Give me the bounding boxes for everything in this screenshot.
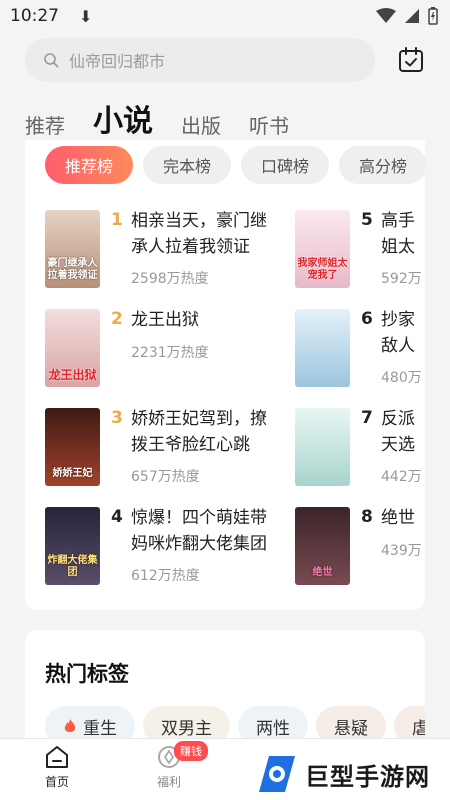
book-heat: 592万 <box>381 271 422 287</box>
book-cover: 龙王出狱 <box>45 309 100 387</box>
book-rank: 3 <box>111 408 123 428</box>
book-heat: 2231万热度 <box>131 345 209 361</box>
calendar-checkin-button[interactable] <box>397 46 425 74</box>
book-heat: 439万 <box>381 543 422 559</box>
battery-icon <box>428 7 438 25</box>
book-item-1[interactable]: 豪门继承人拉着我领证 1 相亲当天，豪门继承人拉着我领证 2598万热度 <box>45 210 305 290</box>
watermark-logo-icon <box>259 756 295 792</box>
search-row: 仙帝回归都市 <box>25 38 425 82</box>
wifi-icon <box>376 8 396 23</box>
calendar-check-icon <box>399 47 423 72</box>
watermark-logo: 巨型手游网 <box>255 748 450 800</box>
earn-badge: 赚钱 <box>174 741 208 761</box>
book-cover: 豪门继承人拉着我领证 <box>45 210 100 288</box>
chip-completed-rank[interactable]: 完本榜 <box>143 146 232 184</box>
download-icon: ⬇ <box>79 6 93 26</box>
watermark-text: 巨型手游网 <box>305 762 430 791</box>
ranking-card: 推荐榜 完本榜 口碑榜 高分榜 豪门继承人拉着我领证 1 相亲当天，豪门继承人拉… <box>25 140 425 610</box>
chip-high-score-rank[interactable]: 高分榜 <box>339 146 425 184</box>
book-rank: 2 <box>111 309 123 329</box>
book-item-4[interactable]: 炸翻大佬集团 4 惊爆！四个萌娃带妈咪炸翻大佬集团 612万热度 <box>45 507 305 587</box>
status-bar: 10:27 ⬇ <box>0 0 450 32</box>
tab-publish[interactable]: 出版 <box>181 112 221 140</box>
book-item-5[interactable]: 我家师姐太宠我了 5 高手 姐太 592万 <box>295 210 425 290</box>
chip-recommend-rank[interactable]: 推荐榜 <box>45 146 134 184</box>
search-placeholder: 仙帝回归都市 <box>69 52 166 71</box>
flame-icon <box>64 719 76 732</box>
book-title: 相亲当天，豪门继承人拉着我领证 <box>131 211 267 257</box>
status-icons <box>376 7 438 25</box>
book-heat: 480万 <box>381 370 422 386</box>
book-rank: 5 <box>361 210 373 230</box>
book-rank: 1 <box>111 210 123 230</box>
home-icon <box>46 746 68 768</box>
book-rank: 6 <box>361 309 373 329</box>
book-title: 绝世 <box>381 508 415 528</box>
search-input[interactable]: 仙帝回归都市 <box>25 38 375 82</box>
book-title: 娇娇王妃驾到，撩拨王爷脸红心跳 <box>131 409 267 455</box>
chip-reputation-rank[interactable]: 口碑榜 <box>241 146 330 184</box>
book-title: 惊爆！四个萌娃带妈咪炸翻大佬集团 <box>131 508 267 554</box>
book-heat: 442万 <box>381 469 422 485</box>
book-cover: 我家师姐太宠我了 <box>295 210 350 288</box>
book-cover <box>295 408 350 486</box>
book-cover: 娇娇王妃 <box>45 408 100 486</box>
book-heat: 2598万热度 <box>131 271 209 287</box>
book-title: 高手 姐太 <box>381 211 415 257</box>
search-icon <box>44 53 59 68</box>
hot-tags-title: 热门标签 <box>45 662 129 686</box>
book-item-6[interactable]: 6 抄家 敌人 480万 <box>295 309 425 389</box>
top-tabs: 推荐 小说 出版 听书 <box>25 96 289 140</box>
signal-icon <box>405 9 419 23</box>
book-heat: 612万热度 <box>131 568 200 584</box>
nav-home[interactable]: 首页 <box>27 745 87 790</box>
book-title: 龙王出狱 <box>131 310 199 330</box>
book-rank: 7 <box>361 408 373 428</box>
book-item-3[interactable]: 娇娇王妃 3 娇娇王妃驾到，撩拨王爷脸红心跳 657万热度 <box>45 408 305 488</box>
tab-novel[interactable]: 小说 <box>93 104 153 140</box>
ranking-chips: 推荐榜 完本榜 口碑榜 高分榜 <box>45 146 425 184</box>
nav-home-label: 首页 <box>44 775 69 789</box>
book-title: 反派 天选 <box>381 409 415 455</box>
status-time: 10:27 <box>10 6 59 26</box>
book-item-2[interactable]: 龙王出狱 2 龙王出狱 2231万热度 <box>45 309 305 389</box>
book-cover <box>295 309 350 387</box>
book-rank: 4 <box>111 507 123 527</box>
book-rank: 8 <box>361 507 373 527</box>
tab-audiobook[interactable]: 听书 <box>249 112 289 140</box>
book-item-7[interactable]: 7 反派 天选 442万 <box>295 408 425 488</box>
nav-welfare-label: 福利 <box>156 775 181 789</box>
book-title: 抄家 敌人 <box>381 310 415 356</box>
book-cover: 绝世 <box>295 507 350 585</box>
book-heat: 657万热度 <box>131 469 200 485</box>
book-cover: 炸翻大佬集团 <box>45 507 100 585</box>
tab-recommend[interactable]: 推荐 <box>25 112 65 140</box>
book-item-8[interactable]: 绝世 8 绝世 439万 <box>295 507 425 587</box>
